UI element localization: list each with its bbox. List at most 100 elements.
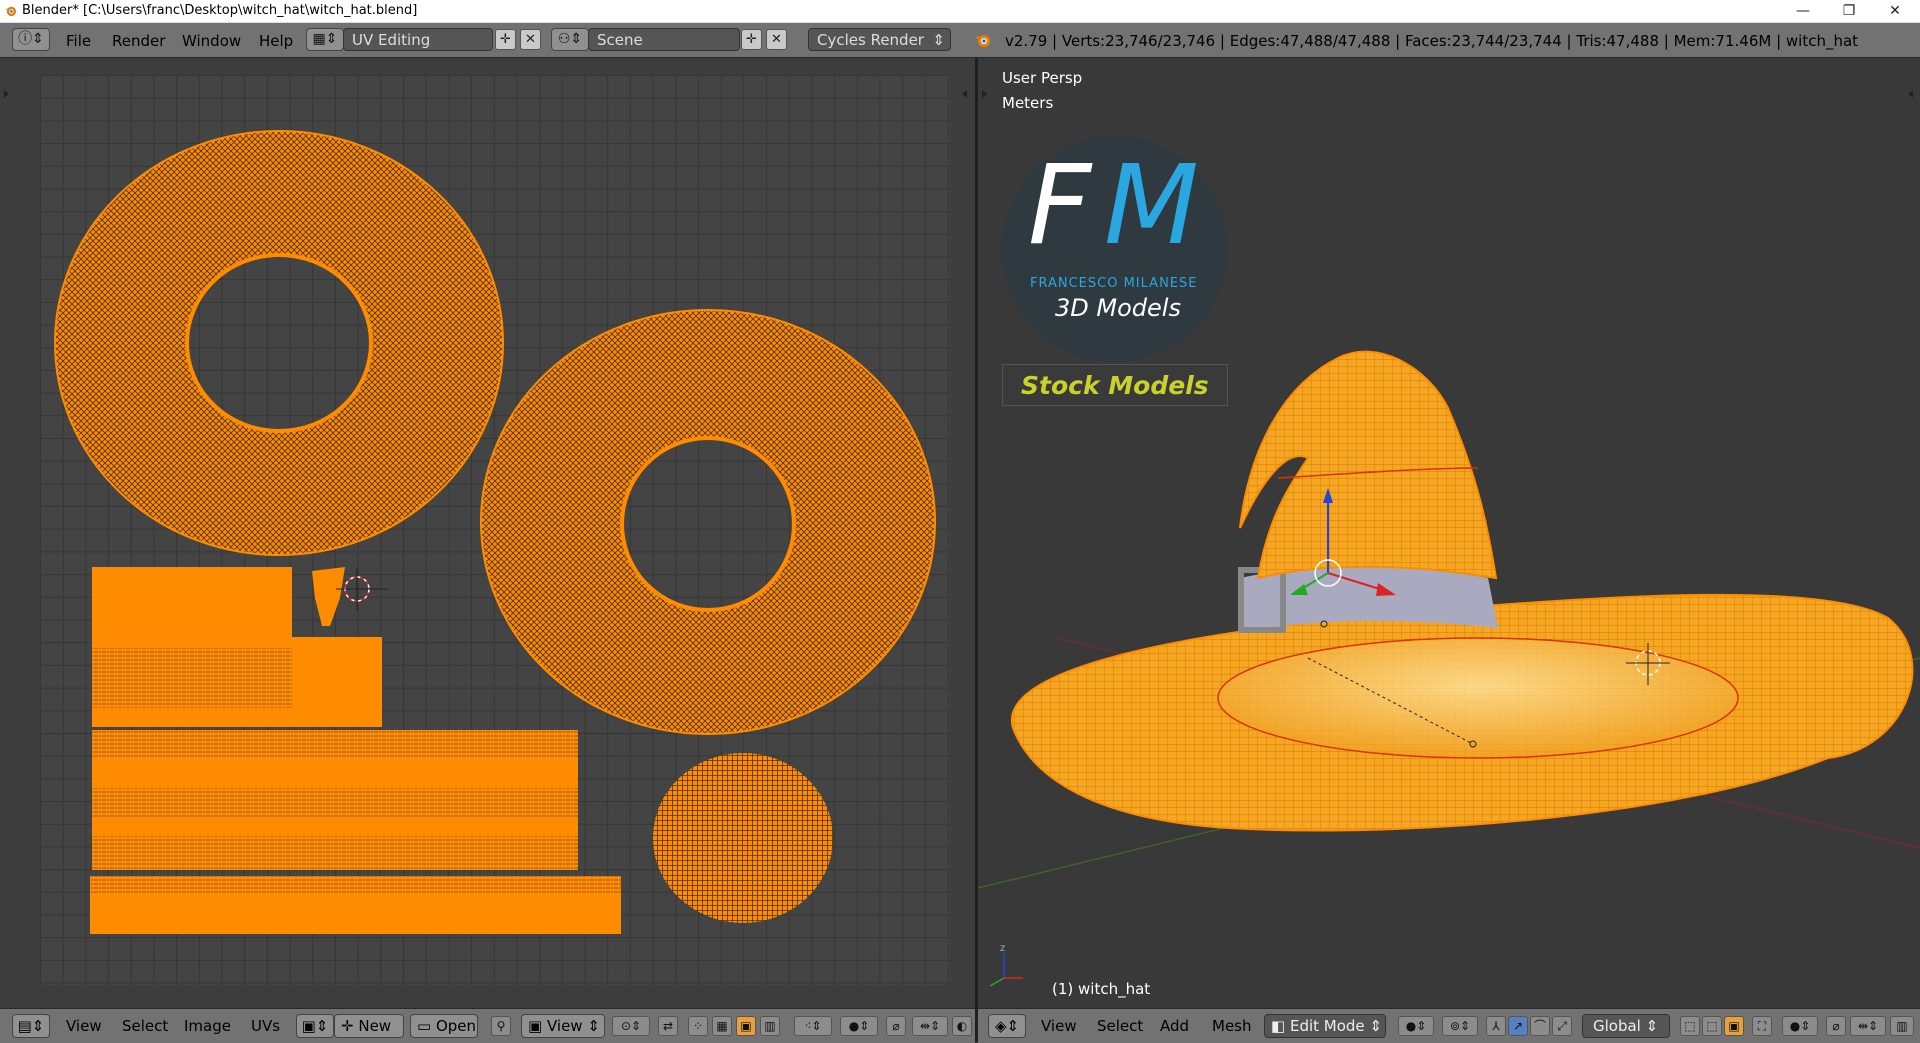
layout-icon: ▦⇕ [312,31,338,47]
edge-mode-icon[interactable]: ⬚ [1702,1016,1722,1036]
face-mode-icon[interactable]: ▣ [1724,1016,1744,1036]
uv-island-brim-top [55,131,504,555]
screen-layout-selector[interactable]: ▦⇕ [306,28,344,51]
open-image-label: Open [435,1017,477,1035]
snap-icon[interactable]: ⌀ [886,1016,906,1036]
minimize-button[interactable]: — [1780,0,1826,22]
view3d-menu-add[interactable]: Add [1160,1017,1189,1035]
delete-scene-button[interactable]: ✕ [766,29,787,50]
scene-field[interactable]: Scene [588,28,740,51]
close-window-button[interactable]: ✕ [1872,0,1918,22]
new-image-button[interactable]: ✛ New [334,1014,404,1038]
image-browse-icon: ▣⇕ [301,1017,329,1035]
delete-layout-button[interactable]: ✕ [520,29,541,50]
info-header: ⓘ⇕ File Render Window Help ▦⇕ UV Editing… [0,23,1920,58]
scene-icon: ⚇⇕ [557,31,583,47]
pin-icon[interactable]: ⚲ [491,1016,511,1036]
view3d-menu-view[interactable]: View [1041,1017,1077,1035]
proportional-editing-icon[interactable]: ●⇕ [1782,1016,1818,1036]
restore-button[interactable]: ❐ [1826,0,1872,22]
dropdown-arrows-icon: ⇕ [1369,1017,1383,1035]
sync-selection-icon[interactable]: ⇄ [658,1016,678,1036]
scale-manipulator-icon[interactable]: ⤢ [1552,1016,1572,1036]
menu-window[interactable]: Window [182,32,241,50]
plus-icon: ✛ [500,32,511,47]
uv-island-brim-bottom [481,310,936,734]
uv-menu-uvs[interactable]: UVs [251,1017,280,1035]
3d-view-icon: ◈⇕ [994,1017,1020,1035]
plus-icon: ✛ [746,32,757,47]
menu-help[interactable]: Help [259,32,293,50]
uv-island-cap [653,753,833,923]
edge-select-icon[interactable]: ▦ [712,1016,732,1036]
menu-file[interactable]: File [66,32,91,50]
snap-element-icon[interactable]: ⇹⇕ [912,1016,948,1036]
menu-render[interactable]: Render [112,32,165,50]
view-mode-dropdown[interactable]: ▣ View ⇕ [521,1014,605,1038]
plus-icon: ✛ [341,1017,354,1035]
add-layout-button[interactable]: ✛ [495,29,516,50]
image-editor-icon: ▤⇕ [17,1017,45,1035]
snap-toggle-icon[interactable]: ⌀ [1826,1016,1846,1036]
editor-type-3d-button[interactable]: ◈⇕ [988,1014,1026,1038]
render-engine-label: Cycles Render [817,31,924,49]
dropdown-arrows-icon: ⇕ [587,1017,600,1035]
editor-type-info-button[interactable]: ⓘ⇕ [12,28,50,51]
uv-menu-image[interactable]: Image [184,1017,231,1035]
dropdown-arrows-icon: ⇕ [1645,1017,1659,1035]
uv-editor-header: ▤⇕ View Select Image UVs ▣⇕ ✛ New ▭ Open… [0,1008,975,1043]
layers-icon[interactable]: ▥ [1890,1016,1914,1036]
uv-islands [54,130,936,934]
proportional-edit-icon[interactable]: ●⇕ [840,1016,878,1036]
witch-hat-mesh: z [978,350,1920,987]
manipulator-toggle-icon[interactable]: ⅄ [1486,1016,1506,1036]
blender-logo-icon [4,6,17,17]
close-icon: ✕ [771,32,782,47]
folder-icon: ▭ [417,1017,432,1035]
pivot-point-icon[interactable]: ⊚⇕ [1442,1016,1478,1036]
view-mode-label: View [546,1017,583,1035]
svg-text:z: z [1000,943,1005,954]
uv-menu-view[interactable]: View [66,1017,102,1035]
face-select-icon[interactable]: ▣ [736,1016,756,1036]
editor-type-uv-button[interactable]: ▤⇕ [12,1014,50,1038]
translate-manipulator-icon[interactable]: ↗ [1508,1016,1528,1036]
interaction-mode-dropdown[interactable]: ◧ Edit Mode ⇕ [1264,1014,1386,1038]
close-icon: ✕ [525,32,536,47]
dropdown-arrows-icon: ⇕ [932,31,945,49]
window-title-bar: Blender* [C:\Users\franc\Desktop\witch_h… [0,0,1920,23]
uv-island-cone [92,730,578,870]
vertex-select-icon[interactable]: ⁘ [688,1016,708,1036]
new-image-label: New [358,1017,392,1035]
add-scene-button[interactable]: ✛ [741,29,762,50]
view3d-menu-select[interactable]: Select [1097,1017,1143,1035]
snap-target-icon[interactable]: ⇹⇕ [1850,1016,1886,1036]
window-title: Blender* [C:\Users\franc\Desktop\witch_h… [22,3,418,18]
rotate-manipulator-icon[interactable]: ⌒ [1530,1016,1550,1036]
vertex-mode-icon[interactable]: ⬚ [1680,1016,1700,1036]
edit-mode-icon: ◧ [1271,1017,1286,1035]
interaction-mode-label: Edit Mode [1289,1017,1365,1035]
3d-view-header: ◈⇕ View Select Add Mesh ◧ Edit Mode ⇕ ●⇕… [978,1008,1920,1043]
island-select-icon[interactable]: ▥ [760,1016,780,1036]
blender-logo-icon [974,35,990,47]
pivot-icon[interactable]: ⊙⇕ [612,1016,650,1036]
open-image-button[interactable]: ▭ Open [410,1014,478,1038]
scene-selector[interactable]: ⚇⇕ [551,28,589,51]
render-engine-dropdown[interactable]: Cycles Render ⇕ [808,28,951,51]
uv-image-editor[interactable] [0,58,975,1008]
transform-orientation-label: Global [1593,1017,1641,1035]
viewport-shading-icon[interactable]: ●⇕ [1398,1016,1434,1036]
uv-menu-select[interactable]: Select [122,1017,168,1035]
occlude-geometry-icon[interactable]: ⛶ [1752,1016,1772,1036]
axis-orientation-icon: z [989,943,1023,987]
view3d-menu-mesh[interactable]: Mesh [1212,1017,1252,1035]
render-slot-icon[interactable]: ◐ [952,1016,972,1036]
browse-image-button[interactable]: ▣⇕ [296,1014,334,1038]
active-object-label: (1) witch_hat [1052,980,1151,998]
sticky-mode-icon[interactable]: ⁖⇕ [794,1016,832,1036]
scene-statistics: v2.79 | Verts:23,746/23,746 | Edges:47,4… [1005,32,1859,50]
transform-orientation-dropdown[interactable]: Global ⇕ [1582,1014,1670,1038]
3d-viewport[interactable]: User Persp Meters F M FRANCESCO MILANESE… [978,58,1920,1008]
screen-layout-field[interactable]: UV Editing [343,28,493,51]
